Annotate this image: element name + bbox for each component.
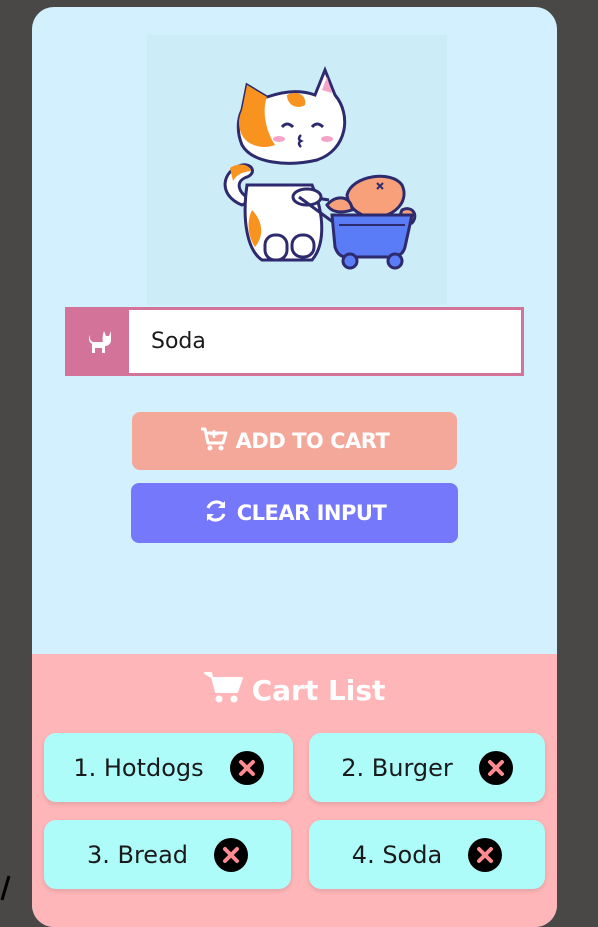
cart-item[interactable]: 1. Hotdogs — [44, 733, 293, 802]
cart-item[interactable]: 4. Soda — [309, 820, 545, 889]
remove-item-icon[interactable] — [468, 837, 503, 872]
background-stroke — [0, 875, 11, 901]
cart-title: Cart List — [32, 669, 557, 711]
cat-icon — [68, 310, 129, 373]
remove-item-icon[interactable] — [229, 750, 264, 785]
cart-title-text: Cart List — [251, 673, 386, 707]
cart-section: Cart List 1. Hotdogs 2. Burger 3. Bread … — [32, 654, 557, 927]
clear-input-label: CLEAR INPUT — [236, 501, 387, 525]
cat-shopping-illustration — [147, 35, 447, 305]
cart-item-label: 1. Hotdogs — [73, 753, 204, 782]
clear-input-button[interactable]: CLEAR INPUT — [131, 483, 458, 543]
cart-item[interactable]: 2. Burger — [309, 733, 545, 802]
item-name-input[interactable] — [129, 310, 521, 373]
app-card: ADD TO CART CLEAR INPUT Cart List — [32, 7, 557, 927]
shopping-cart-icon — [203, 670, 244, 711]
cart-item[interactable]: 3. Bread — [44, 820, 291, 889]
cart-item-label: 3. Bread — [86, 840, 189, 869]
add-to-cart-label: ADD TO CART — [235, 429, 390, 453]
remove-item-icon[interactable] — [478, 750, 513, 785]
remove-item-icon[interactable] — [214, 837, 249, 872]
cart-item-label: 4. Soda — [351, 840, 443, 869]
item-input-group — [65, 307, 524, 376]
refresh-icon — [203, 498, 229, 529]
cart-plus-icon — [200, 427, 228, 456]
add-to-cart-button[interactable]: ADD TO CART — [132, 412, 457, 470]
cart-item-label: 2. Burger — [341, 753, 453, 782]
